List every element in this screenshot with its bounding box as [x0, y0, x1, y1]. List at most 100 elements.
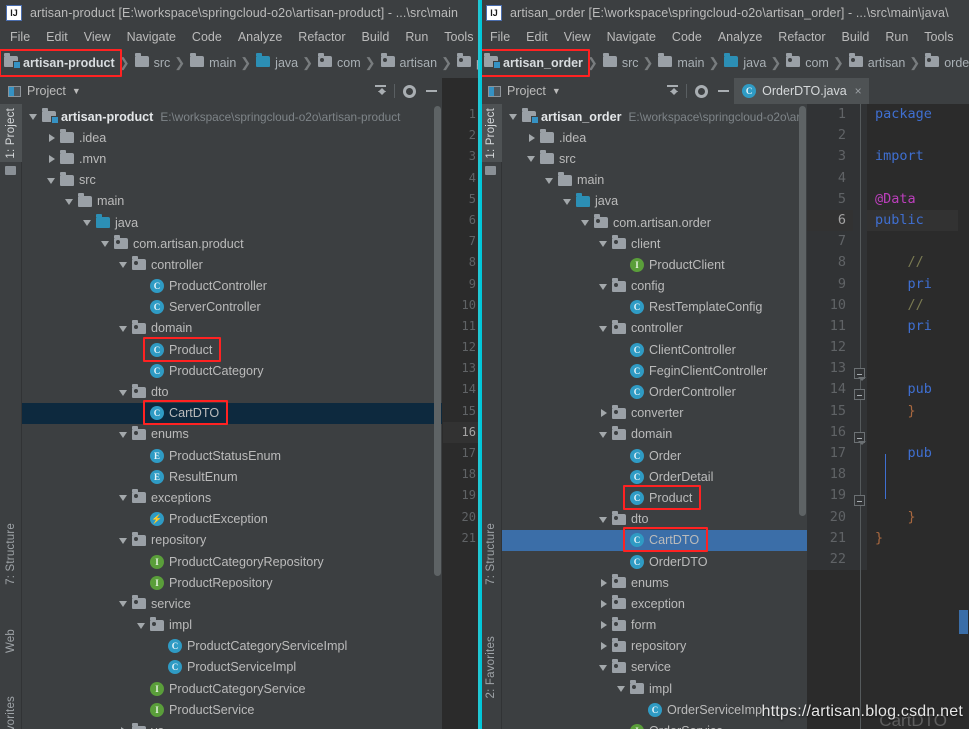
chevron-down-icon[interactable] — [598, 323, 609, 334]
editor-fold-column[interactable] — [853, 104, 867, 570]
tree-row[interactable]: CCartDTO — [502, 530, 807, 551]
tool-stripe-7-structure[interactable]: 7: Structure — [480, 511, 502, 597]
tree-row[interactable]: client — [502, 233, 807, 254]
breadcrumb-item-main[interactable]: main — [658, 52, 704, 74]
chevron-right-icon[interactable] — [598, 598, 609, 609]
tree-row[interactable]: EResultEnum — [22, 466, 442, 487]
menu-navigate[interactable]: Navigate — [599, 26, 664, 48]
chevron-down-icon[interactable] — [598, 238, 609, 249]
tree-row[interactable]: controller — [22, 254, 442, 275]
tree-row[interactable]: .mvn — [22, 148, 442, 169]
tree-row[interactable]: domain — [502, 424, 807, 445]
menu-vcs[interactable]: VCS — [961, 26, 969, 48]
chevron-down-icon[interactable] — [46, 175, 57, 186]
tree-row[interactable]: CServerController — [22, 297, 442, 318]
menu-run[interactable]: Run — [397, 26, 436, 48]
breadcrumb-item-com[interactable]: com — [786, 52, 829, 74]
chevron-down-icon[interactable] — [598, 514, 609, 525]
breadcrumb-item-artisan-product[interactable]: artisan-product — [4, 52, 115, 74]
tree-row[interactable]: IOrderService — [502, 720, 807, 729]
tree-row[interactable]: .idea — [502, 127, 807, 148]
tree-row[interactable]: IProductCategoryService — [22, 678, 442, 699]
tree-row[interactable]: dto — [502, 509, 807, 530]
tree-row[interactable]: repository — [502, 636, 807, 657]
tree-row[interactable]: IProductClient — [502, 254, 807, 275]
chevron-right-icon[interactable] — [598, 641, 609, 652]
breadcrumb-item-artisan-order[interactable]: artisan_order — [484, 52, 583, 74]
menu-code[interactable]: Code — [664, 26, 710, 48]
tree-row[interactable]: IProductService — [22, 699, 442, 720]
tree-row[interactable]: exception — [502, 593, 807, 614]
tree-row[interactable]: IProductRepository — [22, 572, 442, 593]
tree-row[interactable]: converter — [502, 403, 807, 424]
tree-row[interactable]: .idea — [22, 127, 442, 148]
fold-toggle-14[interactable] — [854, 368, 865, 379]
chevron-right-icon[interactable] — [598, 620, 609, 631]
tool-stripe-2-favorites[interactable]: 2: Favorites — [480, 624, 502, 710]
tree-row[interactable]: impl — [22, 615, 442, 636]
menu-analyze[interactable]: Analyze — [710, 26, 770, 48]
breadcrumb-item-produ[interactable]: produ — [457, 52, 480, 74]
tree-scrollbar-thumb[interactable] — [799, 106, 806, 516]
chevron-down-icon[interactable] — [544, 175, 555, 186]
tree-row[interactable]: repository — [22, 530, 442, 551]
tool-stripe-1-project[interactable]: 1: Project — [0, 104, 22, 162]
chevron-down-icon[interactable] — [136, 620, 147, 631]
tree-row[interactable]: src — [22, 170, 442, 191]
menu-view[interactable]: View — [556, 26, 599, 48]
menu-edit[interactable]: Edit — [518, 26, 556, 48]
chevron-down-icon[interactable] — [598, 281, 609, 292]
tree-row[interactable]: IProductCategoryRepository — [22, 551, 442, 572]
code-editor[interactable]: 12345678910111213141516171819202122 pack… — [807, 104, 969, 729]
hide-button[interactable] — [712, 80, 734, 102]
tree-row[interactable]: CProduct — [22, 339, 442, 360]
editor-scrollbar-thumb[interactable] — [959, 610, 968, 634]
tree-row[interactable]: CCartDTO — [22, 403, 442, 424]
tree-row[interactable]: form — [502, 615, 807, 636]
menu-code[interactable]: Code — [184, 26, 230, 48]
editor-code-area[interactable]: package import @Datapublic // pri // pri… — [867, 104, 969, 570]
chevron-down-icon[interactable] — [118, 492, 129, 503]
tree-row[interactable]: CFeginClientController — [502, 360, 807, 381]
breadcrumb-item-artisan[interactable]: artisan — [849, 52, 906, 74]
breadcrumb-item-src[interactable]: src — [135, 52, 171, 74]
hide-button[interactable] — [420, 80, 442, 102]
right-project-tree[interactable]: artisan_orderE:\workspace\springcloud-o2… — [502, 104, 807, 729]
fold-toggle-20[interactable] — [854, 495, 865, 506]
menu-view[interactable]: View — [76, 26, 119, 48]
menu-run[interactable]: Run — [877, 26, 916, 48]
tree-row[interactable]: COrderDTO — [502, 551, 807, 572]
tree-row[interactable]: CProductServiceImpl — [22, 657, 442, 678]
chevron-down-icon[interactable] — [82, 217, 93, 228]
chevron-right-icon[interactable] — [46, 153, 57, 164]
tree-row[interactable]: CProductController — [22, 276, 442, 297]
fold-toggle-17[interactable] — [854, 432, 865, 443]
breadcrumb-item-order[interactable]: order — [925, 52, 969, 74]
chevron-down-icon[interactable] — [562, 196, 573, 207]
menu-navigate[interactable]: Navigate — [119, 26, 184, 48]
tool-stripe-web[interactable]: Web — [0, 624, 22, 658]
chevron-down-icon[interactable]: ▼ — [552, 86, 561, 96]
tool-stripe-1-project[interactable]: 1: Project — [480, 104, 502, 162]
tree-row[interactable]: src — [502, 148, 807, 169]
tree-row[interactable]: CProductCategoryServiceImpl — [22, 636, 442, 657]
tree-row[interactable]: main — [22, 191, 442, 212]
tree-row[interactable]: COrderDetail — [502, 466, 807, 487]
tree-row[interactable]: enums — [502, 572, 807, 593]
menu-file[interactable]: File — [2, 26, 38, 48]
tree-row[interactable]: artisan_orderE:\workspace\springcloud-o2… — [502, 106, 807, 127]
breadcrumb-item-src[interactable]: src — [603, 52, 639, 74]
chevron-down-icon[interactable] — [64, 196, 75, 207]
editor-marker-bar[interactable] — [958, 104, 969, 570]
tree-row[interactable]: service — [502, 657, 807, 678]
chevron-right-icon[interactable] — [526, 132, 537, 143]
menu-refactor[interactable]: Refactor — [290, 26, 353, 48]
chevron-down-icon[interactable] — [598, 429, 609, 440]
tree-row[interactable]: config — [502, 276, 807, 297]
tree-row[interactable]: EProductStatusEnum — [22, 445, 442, 466]
chevron-down-icon[interactable] — [118, 535, 129, 546]
breadcrumb-item-java[interactable]: java — [256, 52, 298, 74]
tree-row[interactable]: service — [22, 593, 442, 614]
tree-row[interactable]: vo — [22, 720, 442, 729]
collapse-all-button[interactable] — [369, 80, 391, 102]
